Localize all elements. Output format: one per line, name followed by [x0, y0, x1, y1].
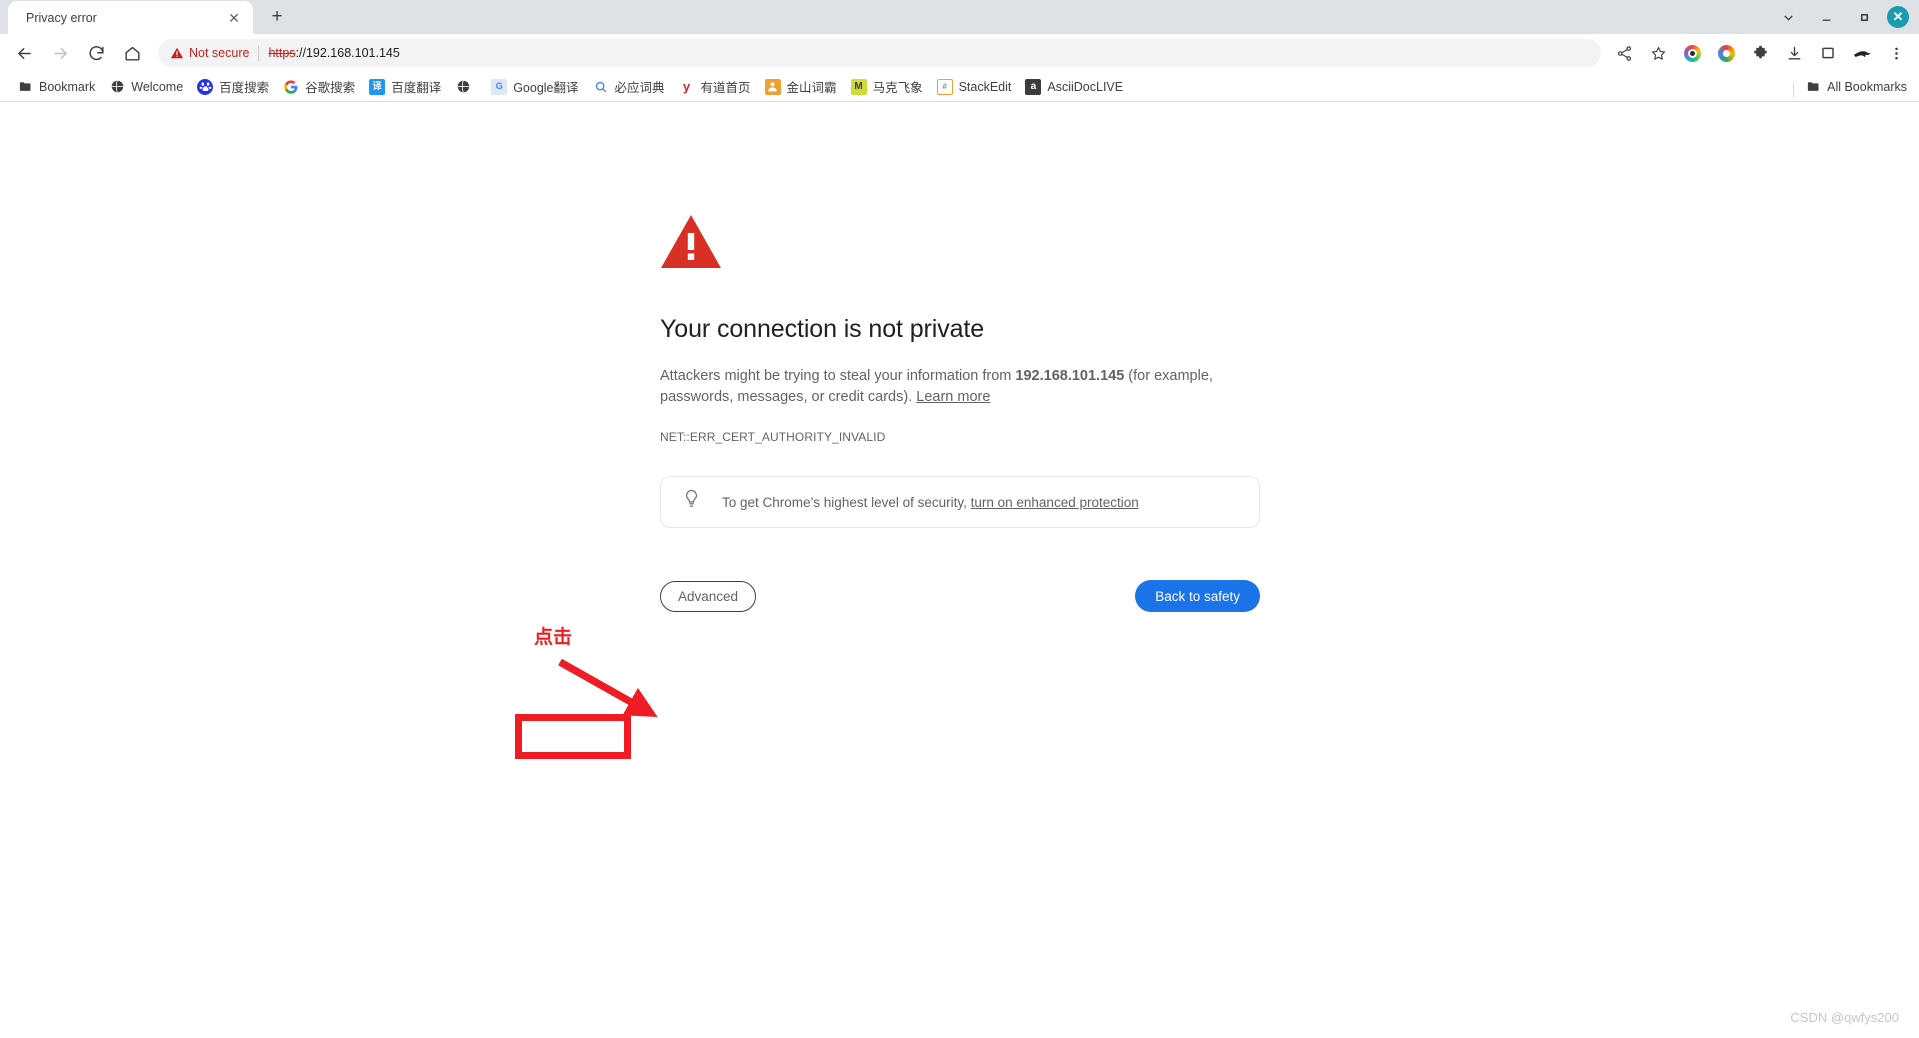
tab-strip: Privacy error ✕ + ✕ — [0, 0, 1919, 34]
baidu-translate-icon: 译 — [369, 78, 386, 95]
enhanced-protection-link[interactable]: turn on enhanced protection — [971, 495, 1139, 510]
bookmark-label: 百度搜索 — [219, 81, 270, 95]
maximize-button[interactable] — [1845, 2, 1883, 32]
three-dot-menu-icon[interactable] — [1881, 38, 1911, 68]
window-controls: ✕ — [1769, 0, 1915, 34]
bookmark-item-welcome[interactable]: Welcome — [102, 76, 190, 98]
minimize-button[interactable] — [1807, 2, 1845, 32]
ssl-interstitial: Your connection is not private Attackers… — [660, 214, 1260, 614]
bookmark-item-bing-dict[interactable]: 必应词典 — [586, 74, 672, 99]
extension-ring-icon[interactable] — [1711, 38, 1741, 68]
error-code: NET::ERR_CERT_AUTHORITY_INVALID — [660, 430, 886, 445]
bookmark-label: Welcome — [131, 79, 184, 94]
omnibox-divider — [258, 45, 260, 61]
new-tab-button[interactable]: + — [263, 3, 291, 31]
bookmark-item-bookmark[interactable]: Bookmark — [10, 76, 102, 98]
puzzle-icon[interactable] — [1745, 38, 1775, 68]
folder-icon — [17, 79, 33, 95]
advanced-button[interactable]: Advanced — [660, 580, 757, 612]
watermark: CSDN @qwfys200 — [1790, 1010, 1899, 1025]
bookmark-item-youdao[interactable]: y 有道首页 — [672, 74, 758, 99]
stackedit-icon: # — [936, 78, 953, 95]
star-icon[interactable] — [1643, 38, 1673, 68]
bookmark-label: 马克飞象 — [872, 81, 923, 95]
bookmarks-bar: Bookmark Welcome 百度搜索 谷歌搜索 译 百度翻译 G Goog… — [0, 72, 1919, 102]
side-panel-icon[interactable] — [1813, 38, 1843, 68]
bookmark-label: AsciiDocLIVE — [1047, 79, 1124, 94]
back-to-safety-button[interactable]: Back to safety — [1135, 580, 1260, 613]
browser-tab[interactable]: Privacy error ✕ — [8, 1, 253, 34]
page-title: Your connection is not private — [660, 315, 985, 343]
maxiang-icon: M — [850, 78, 867, 95]
baidu-icon — [197, 78, 214, 95]
bookmark-item-baidu-translate[interactable]: 译 百度翻译 — [362, 74, 448, 99]
bookmark-item-jinshan[interactable]: 金山词霸 — [758, 74, 844, 99]
bookmark-item-baidu-search[interactable]: 百度搜索 — [190, 74, 276, 99]
bookmark-item-stackedit[interactable]: # StackEdit — [930, 76, 1019, 98]
share-icon[interactable] — [1609, 38, 1639, 68]
close-icon[interactable]: ✕ — [225, 9, 243, 27]
bookmark-label: 有道首页 — [700, 81, 751, 95]
promo-message: To get Chrome’s highest level of securit… — [722, 494, 971, 510]
profile-icon[interactable] — [1847, 38, 1877, 68]
address-bar[interactable]: Not secure https://192.168.101.145 — [158, 39, 1601, 67]
bookmark-label: 谷歌搜索 — [305, 81, 356, 95]
annotation-highlight-box — [515, 714, 631, 759]
warning-triangle-icon — [661, 215, 721, 268]
bookmark-label: Google翻译 — [513, 81, 579, 95]
asciidoc-icon: a — [1025, 78, 1042, 95]
toolbar-icons — [1607, 38, 1913, 68]
extension-rainbow-icon[interactable] — [1677, 38, 1707, 68]
download-icon[interactable] — [1779, 38, 1809, 68]
chevron-down-icon[interactable] — [1769, 2, 1807, 32]
bookmark-item-google-translate[interactable]: G Google翻译 — [484, 74, 585, 99]
bookmark-label: Bookmark — [39, 79, 96, 94]
url-text: https://192.168.101.145 — [268, 46, 399, 60]
jinshan-icon — [764, 78, 781, 95]
back-icon[interactable] — [9, 38, 39, 68]
google-translate-icon: G — [491, 78, 508, 95]
forward-icon[interactable] — [45, 38, 75, 68]
interstitial-body: Attackers might be trying to steal your … — [660, 366, 1260, 407]
warning-triangle-icon — [170, 47, 184, 59]
body-prefix: Attackers might be trying to steal your … — [660, 368, 1016, 384]
all-bookmarks-button[interactable]: All Bookmarks — [1793, 79, 1907, 98]
enhanced-protection-promo: To get Chrome’s highest level of securit… — [660, 476, 1260, 529]
security-status[interactable]: Not secure — [170, 46, 249, 60]
all-bookmarks-label: All Bookmarks — [1827, 79, 1907, 94]
search-icon — [593, 79, 609, 95]
browser-toolbar: Not secure https://192.168.101.145 — [0, 34, 1919, 72]
bookmark-label: StackEdit — [958, 79, 1012, 94]
globe-icon — [109, 79, 125, 95]
bookmark-label: 必应词典 — [614, 81, 665, 95]
bookmark-item-globe[interactable] — [448, 76, 484, 98]
bookmark-label: 百度翻译 — [391, 81, 442, 95]
youdao-icon: y — [682, 79, 691, 94]
home-icon[interactable] — [117, 38, 147, 68]
globe-icon — [455, 79, 471, 95]
learn-more-link[interactable]: Learn more — [916, 389, 990, 405]
reload-icon[interactable] — [81, 38, 111, 68]
bookmark-item-maxiang[interactable]: M 马克飞象 — [844, 74, 930, 99]
folder-icon — [1805, 79, 1821, 95]
bookmark-label: 金山词霸 — [786, 81, 837, 95]
body-host: 192.168.101.145 — [1015, 368, 1125, 384]
url-scheme: https — [268, 46, 296, 60]
annotation-label: 点击 — [534, 626, 573, 648]
tab-title: Privacy error — [26, 10, 97, 25]
close-window-button[interactable]: ✕ — [1887, 6, 1909, 28]
bookmark-item-asciidoclive[interactable]: a AsciiDocLIVE — [1018, 76, 1130, 98]
lightbulb-icon — [683, 489, 700, 515]
security-status-label: Not secure — [189, 46, 250, 60]
url-host: ://192.168.101.145 — [295, 46, 400, 60]
button-row: Advanced Back to safety — [660, 578, 1260, 614]
promo-text: To get Chrome’s highest level of securit… — [722, 495, 1139, 510]
google-icon — [283, 79, 299, 95]
bookmark-item-google-search[interactable]: 谷歌搜索 — [276, 74, 362, 99]
page-content: Your connection is not private Attackers… — [0, 102, 1919, 1037]
